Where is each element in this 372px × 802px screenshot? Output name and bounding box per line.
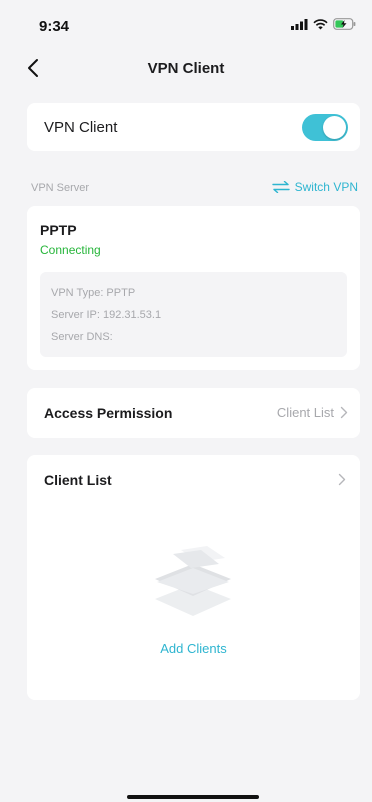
cellular-signal-icon bbox=[291, 18, 308, 30]
client-list-row[interactable]: Client List bbox=[27, 455, 360, 505]
client-list-label: Client List bbox=[44, 472, 112, 488]
status-bar: 9:34 bbox=[0, 0, 372, 50]
wifi-icon bbox=[313, 18, 328, 29]
home-indicator bbox=[127, 795, 259, 799]
server-info-box: VPN Type: PPTP Server IP: 192.31.53.1 Se… bbox=[40, 272, 347, 357]
swap-arrows-icon bbox=[271, 181, 290, 193]
vpn-server-section-label: VPN Server bbox=[31, 182, 90, 194]
server-type: PPTP bbox=[40, 222, 77, 238]
battery-charging-icon bbox=[333, 18, 356, 30]
switch-vpn-label: Switch VPN bbox=[294, 180, 358, 194]
page-title: VPN Client bbox=[147, 60, 225, 77]
chevron-right-icon bbox=[340, 406, 348, 419]
access-permission-value: Client List bbox=[276, 405, 334, 420]
empty-list-icon bbox=[155, 546, 231, 616]
switch-vpn-button[interactable]: Switch VPN bbox=[271, 180, 358, 194]
access-permission-label: Access Permission bbox=[44, 405, 173, 421]
nav-bar: VPN Client bbox=[0, 50, 372, 90]
vpn-client-label: VPN Client bbox=[44, 119, 118, 136]
vpn-server-card: PPTP Connecting VPN Type: PPTP Server IP… bbox=[27, 206, 360, 370]
toggle-knob bbox=[323, 116, 346, 139]
client-list-card: Client List Add Clients bbox=[27, 455, 360, 700]
server-status: Connecting bbox=[40, 243, 101, 257]
chevron-right-icon bbox=[338, 473, 346, 486]
server-dns-info: Server DNS: bbox=[51, 331, 113, 343]
vpn-client-card: VPN Client bbox=[27, 103, 360, 151]
access-permission-row[interactable]: Access Permission Client List bbox=[27, 388, 360, 438]
vpn-type-info: VPN Type: PPTP bbox=[51, 287, 136, 299]
add-clients-button[interactable]: Add Clients bbox=[27, 641, 360, 656]
access-permission-value-group: Client List bbox=[277, 405, 348, 420]
server-ip-info: Server IP: 192.31.53.1 bbox=[51, 309, 162, 321]
vpn-client-toggle[interactable] bbox=[302, 114, 348, 141]
status-icons bbox=[291, 18, 356, 30]
status-time: 9:34 bbox=[39, 18, 70, 35]
